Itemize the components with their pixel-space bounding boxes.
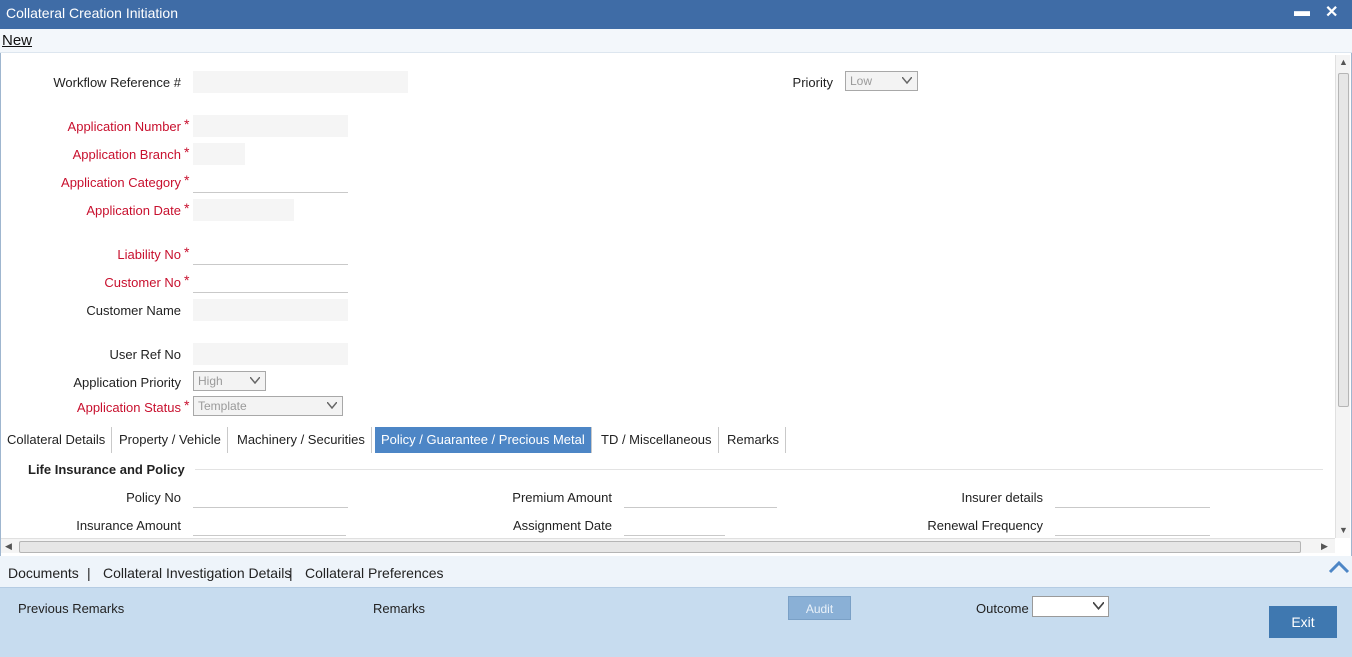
tab-machinery-securities[interactable]: Machinery / Securities	[231, 427, 372, 453]
tab-td-miscellaneous[interactable]: TD / Miscellaneous	[595, 427, 719, 453]
minimize-icon[interactable]: ▬	[1294, 3, 1310, 21]
assignment-date-label: Assignment Date	[513, 518, 612, 533]
application-branch-label: Application Branch	[72, 147, 181, 162]
tab-remarks[interactable]: Remarks	[721, 427, 787, 453]
link-separator: |	[87, 565, 91, 581]
title-bar: Collateral Creation Initiation ▬ ✕	[0, 0, 1352, 29]
required-marker: *	[184, 172, 190, 188]
priority-select[interactable]: Low	[845, 71, 918, 91]
premium-amount-label: Premium Amount	[512, 490, 612, 505]
required-marker: *	[184, 397, 190, 413]
audit-button[interactable]: Audit	[788, 596, 851, 620]
user-ref-no-field[interactable]	[193, 343, 348, 365]
chevron-up-icon[interactable]	[1328, 560, 1350, 574]
section-title: Life Insurance and Policy	[28, 462, 185, 477]
policy-no-label: Policy No	[126, 490, 181, 505]
required-marker: *	[184, 272, 190, 288]
renewal-frequency-field[interactable]	[1055, 514, 1210, 536]
workflow-reference-field[interactable]	[193, 71, 408, 93]
customer-name-field[interactable]	[193, 299, 348, 321]
section-divider	[195, 469, 1323, 470]
application-branch-field[interactable]	[193, 143, 245, 165]
remarks-link[interactable]: Remarks	[373, 601, 425, 616]
application-date-label: Application Date	[86, 203, 181, 218]
footer-bar: Previous Remarks Remarks Outcome	[0, 587, 1352, 657]
required-marker: *	[184, 244, 190, 260]
documents-link[interactable]: Documents	[8, 565, 79, 581]
application-status-select[interactable]: Template	[193, 396, 343, 416]
required-marker: *	[184, 144, 190, 160]
application-status-value: Template	[198, 399, 247, 413]
required-marker: *	[184, 200, 190, 216]
liability-no-field[interactable]	[193, 243, 348, 265]
previous-remarks-link[interactable]: Previous Remarks	[18, 601, 124, 616]
application-status-label: Application Status	[76, 400, 181, 415]
chevron-down-icon	[327, 402, 337, 409]
chevron-down-icon	[250, 377, 260, 384]
outcome-select[interactable]	[1032, 596, 1109, 617]
application-priority-label: Application Priority	[73, 375, 181, 390]
priority-value: Low	[850, 74, 873, 88]
scroll-left-icon[interactable]: ◀	[5, 541, 12, 552]
liability-no-label: Liability No	[117, 247, 181, 262]
tab-policy-guarantee-precious-metal[interactable]: Policy / Guarantee / Precious Metal	[375, 427, 592, 453]
vertical-scroll-thumb[interactable]	[1338, 73, 1349, 407]
insurance-amount-field[interactable]	[193, 514, 346, 536]
application-number-field[interactable]	[193, 115, 348, 137]
new-link[interactable]: New	[2, 32, 32, 49]
application-category-label: Application Category	[61, 175, 181, 190]
link-separator: |	[289, 565, 293, 581]
required-marker: *	[184, 116, 190, 132]
application-category-field[interactable]	[193, 171, 348, 193]
scroll-up-icon[interactable]: ▲	[1339, 57, 1348, 67]
assignment-date-field[interactable]	[624, 514, 725, 536]
collateral-preferences-link[interactable]: Collateral Preferences	[305, 565, 444, 581]
scroll-down-icon[interactable]: ▼	[1339, 525, 1348, 535]
application-date-field[interactable]	[193, 199, 294, 221]
policy-no-field[interactable]	[193, 486, 348, 508]
insurer-details-label: Insurer details	[961, 490, 1043, 505]
application-priority-value: High	[198, 374, 223, 388]
scroll-right-icon[interactable]: ▶	[1321, 541, 1328, 552]
chevron-down-icon	[1093, 602, 1104, 610]
insurer-details-field[interactable]	[1055, 486, 1210, 508]
vertical-scrollbar[interactable]: ▲ ▼	[1335, 55, 1350, 538]
window-title: Collateral Creation Initiation	[6, 5, 178, 21]
customer-name-label: Customer Name	[86, 303, 181, 318]
workflow-reference-label: Workflow Reference #	[53, 75, 181, 90]
application-priority-select[interactable]: High	[193, 371, 266, 391]
bottom-links-bar: Documents | Collateral Investigation Det…	[0, 556, 1352, 587]
customer-no-field[interactable]	[193, 271, 348, 293]
priority-label: Priority	[792, 75, 833, 90]
insurance-amount-label: Insurance Amount	[76, 518, 181, 533]
exit-button[interactable]: Exit	[1269, 606, 1337, 638]
collateral-investigation-link[interactable]: Collateral Investigation Details	[103, 565, 291, 581]
customer-no-label: Customer No	[104, 275, 181, 290]
horizontal-scrollbar[interactable]: ◀ ▶	[1, 538, 1335, 553]
tab-collateral-details[interactable]: Collateral Details	[1, 427, 113, 453]
renewal-frequency-label: Renewal Frequency	[927, 518, 1043, 533]
premium-amount-field[interactable]	[624, 486, 777, 508]
chevron-down-icon	[902, 77, 912, 84]
tab-property-vehicle[interactable]: Property / Vehicle	[113, 427, 228, 453]
close-icon[interactable]: ✕	[1325, 2, 1338, 22]
user-ref-no-label: User Ref No	[109, 347, 181, 362]
horizontal-scroll-thumb[interactable]	[19, 541, 1301, 553]
outcome-label: Outcome	[976, 601, 1029, 616]
menu-bar: New	[0, 29, 1352, 53]
application-number-label: Application Number	[67, 119, 181, 134]
